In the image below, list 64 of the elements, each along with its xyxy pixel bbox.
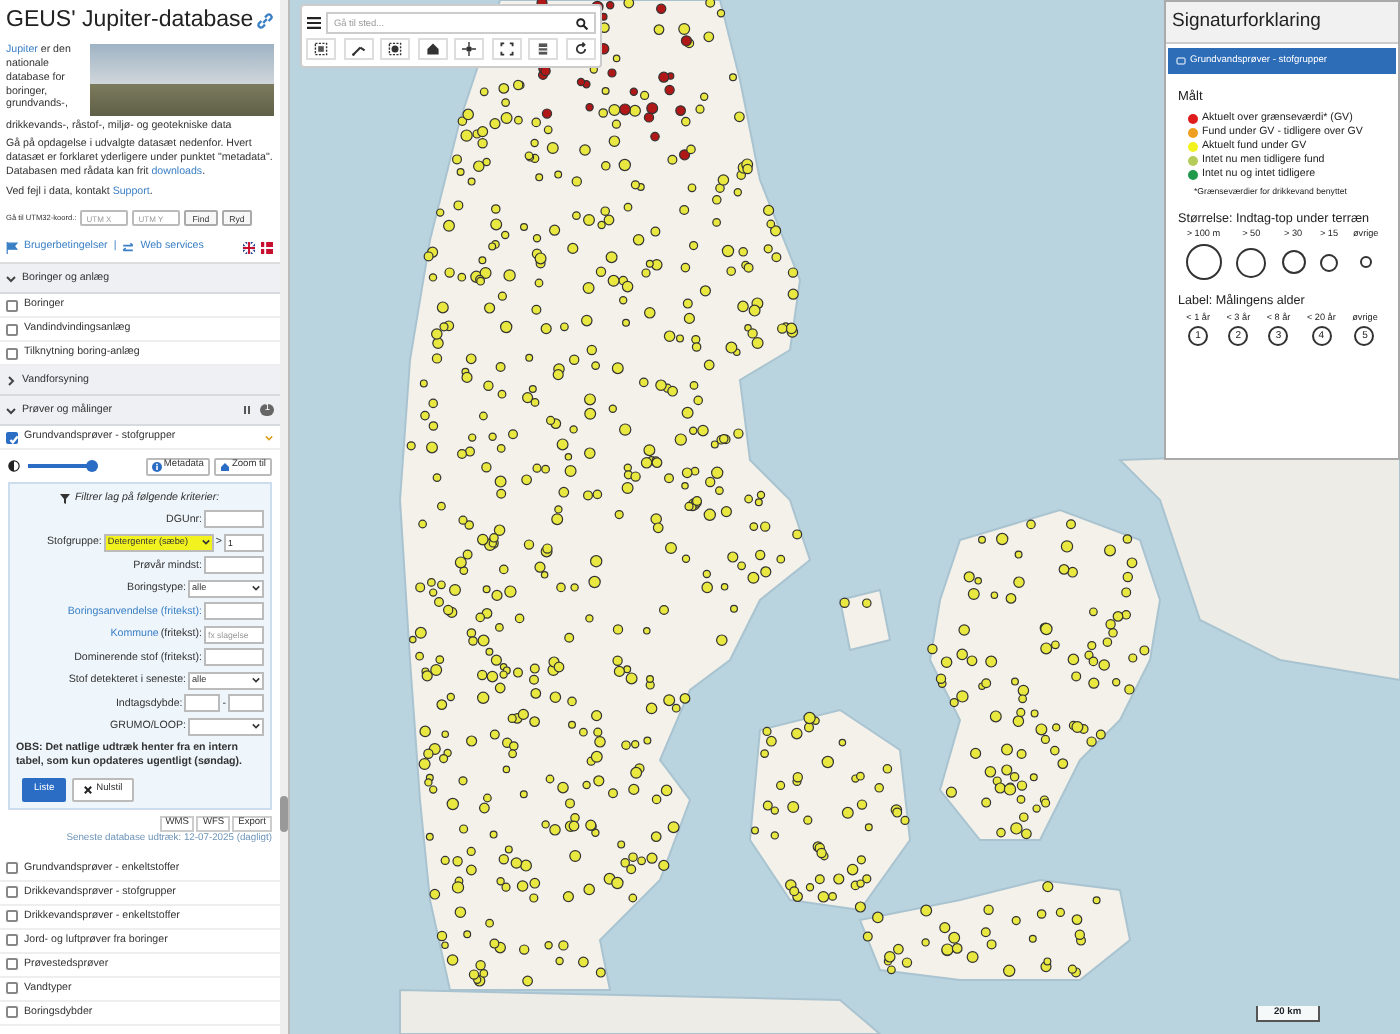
checkbox[interactable] (6, 323, 18, 336)
caret-down-icon (252, 722, 260, 731)
link-icon[interactable] (256, 11, 274, 30)
crosshair-icon (462, 42, 477, 56)
app-title: GEUS' Jupiter-database (6, 6, 254, 36)
size-circle (1185, 244, 1222, 280)
tool-button[interactable] (528, 38, 559, 60)
chevron-down-icon[interactable] (6, 273, 16, 284)
chevron-right-icon[interactable] (6, 375, 16, 386)
contrast-icon (8, 460, 20, 473)
text-field[interactable] (204, 602, 264, 621)
depth-from-field[interactable] (184, 694, 221, 713)
filter-icon (60, 493, 71, 504)
caret-down-icon (201, 538, 210, 547)
measure-icon (351, 42, 366, 56)
uk-flag-icon[interactable] (242, 241, 256, 254)
grip-icon[interactable] (242, 404, 253, 417)
text-field[interactable] (204, 556, 264, 575)
text-field[interactable] (204, 510, 264, 529)
tool-button[interactable] (343, 38, 374, 60)
tool-button[interactable] (565, 38, 596, 60)
checkbox[interactable] (6, 958, 18, 971)
checkbox[interactable] (6, 431, 18, 444)
text-field[interactable] (204, 648, 264, 667)
tool-button[interactable] (380, 38, 411, 60)
caret-down-icon (252, 584, 260, 593)
fullscreen-icon (499, 42, 514, 56)
checkbox[interactable] (6, 347, 18, 360)
exchange-icon (122, 241, 135, 254)
select-field[interactable] (188, 717, 264, 736)
scrollbar[interactable] (280, 0, 288, 1034)
checkbox[interactable] (6, 910, 18, 923)
caret-down-icon (252, 676, 260, 685)
checkbox[interactable] (6, 934, 18, 947)
tool-button[interactable] (306, 38, 336, 60)
size-circle (1359, 256, 1372, 268)
checkbox[interactable] (6, 982, 18, 995)
checkbox[interactable] (6, 862, 18, 875)
select-area-icon (314, 42, 328, 56)
layers-icon (1176, 56, 1186, 67)
chevron-down-icon[interactable] (6, 405, 16, 416)
home-icon (425, 42, 440, 56)
size-circle (1281, 250, 1306, 274)
flag-icon (6, 241, 18, 254)
tool-button[interactable] (417, 38, 448, 60)
menu-icon[interactable] (306, 16, 322, 30)
checkbox[interactable] (6, 299, 18, 312)
refresh-icon (573, 42, 588, 56)
home-icon (219, 461, 230, 472)
legend-title: Signaturforklaring (1166, 2, 1398, 45)
size-circle (1236, 247, 1267, 277)
info-icon (151, 461, 162, 472)
close-icon (84, 786, 93, 795)
tool-button[interactable] (454, 38, 485, 60)
size-circle (1320, 253, 1338, 271)
tool-button[interactable] (491, 38, 522, 60)
search-icon[interactable] (576, 17, 588, 29)
checkbox[interactable] (6, 886, 18, 899)
info-area-icon (388, 42, 403, 56)
checkbox[interactable] (6, 1006, 18, 1019)
caret-down-icon[interactable] (264, 433, 274, 442)
table-icon (536, 42, 551, 56)
depth-to-field[interactable] (228, 694, 264, 713)
denmark-flag-icon[interactable] (260, 241, 274, 254)
